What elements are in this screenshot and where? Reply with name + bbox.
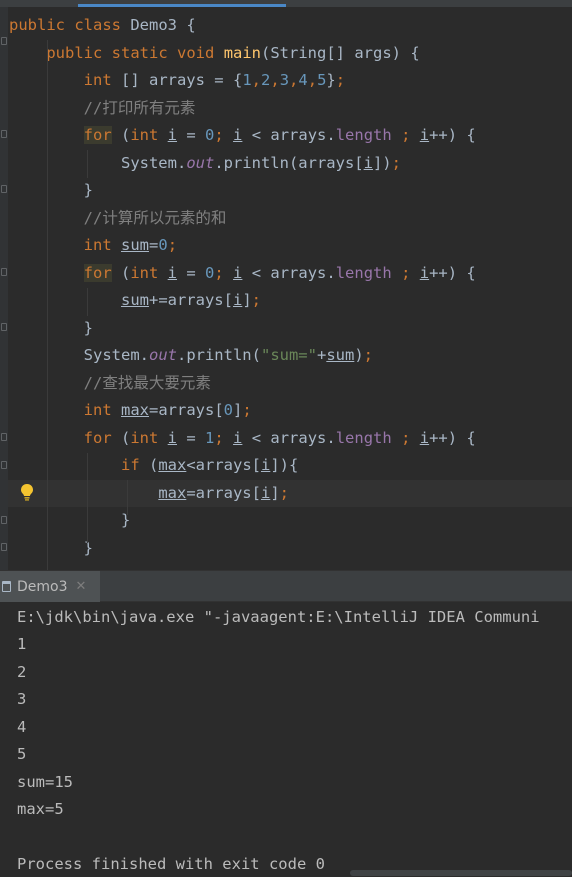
console-line: E:\jdk\bin\java.exe "-javaagent:E:\Intel… [17,608,540,626]
fold-marker-icon[interactable] [1,130,7,138]
code-line[interactable]: max=arrays[i]; [0,480,572,507]
code-editor[interactable]: public class Demo3 { public static void … [0,0,572,570]
code-line[interactable]: System.out.println(arrays[i]); [0,150,572,177]
code-line[interactable]: //计算所以元素的和 [0,205,572,232]
fold-marker-icon[interactable] [1,268,7,276]
code-line[interactable]: for (int i = 0; i < arrays.length ; i++)… [0,260,572,287]
code-line[interactable]: for (int i = 1; i < arrays.length ; i++)… [0,425,572,452]
close-icon[interactable]: ✕ [76,579,87,594]
run-tool-window-header: Demo3 ✕ [0,570,572,602]
console-line: max=5 [17,800,64,818]
tab-label: Demo3 [17,578,68,595]
console-line: 4 [17,718,27,736]
console-line: 5 [17,745,27,763]
code-line[interactable]: for (int i = 0; i < arrays.length ; i++)… [0,122,572,149]
fold-marker-icon[interactable] [1,516,7,524]
code-line[interactable]: } [0,507,572,534]
code-line[interactable]: public class Demo3 { [0,12,572,39]
editor-tab-strip [0,0,572,7]
code-line[interactable]: //查找最大要元素 [0,370,572,397]
run-config-icon [2,581,11,592]
code-line[interactable]: int sum=0; [0,232,572,259]
code-line[interactable]: public static void main(String[] args) { [0,40,572,67]
console-line: sum=15 [17,773,73,791]
fold-marker-icon[interactable] [1,543,7,551]
fold-marker-icon[interactable] [1,37,7,45]
console-line: 2 [17,663,27,681]
lightbulb-icon[interactable] [20,483,34,501]
code-line[interactable]: int [] arrays = {1,2,3,4,5}; [0,67,572,94]
indent-guide [127,480,128,515]
indent-guide [47,40,48,570]
code-line[interactable]: int max=arrays[0]; [0,397,572,424]
code-line[interactable]: } [0,315,572,342]
console-line: 3 [17,690,27,708]
code-line[interactable]: } [0,535,572,562]
indent-guide [87,453,88,543]
fold-marker-icon[interactable] [1,433,7,441]
horizontal-scrollbar[interactable] [0,869,572,877]
fold-marker-icon[interactable] [1,185,7,193]
tab-demo3[interactable]: Demo3 ✕ [0,571,100,602]
fold-marker-icon[interactable] [1,323,7,331]
code-line[interactable]: } [0,177,572,204]
code-line[interactable]: sum+=arrays[i]; [0,287,572,314]
scrollbar-thumb[interactable] [350,870,572,876]
indent-guide [87,150,88,178]
indent-guide [87,288,88,316]
active-tab-indicator [78,4,286,7]
console-line: 1 [17,635,27,653]
fold-marker-icon[interactable] [1,461,7,469]
editor-gutter [0,7,8,570]
code-line[interactable]: System.out.println("sum="+sum); [0,342,572,369]
code-line[interactable]: //打印所有元素 [0,95,572,122]
run-console[interactable]: E:\jdk\bin\java.exe "-javaagent:E:\Intel… [0,602,572,877]
code-line[interactable]: if (max<arrays[i]){ [0,452,572,479]
